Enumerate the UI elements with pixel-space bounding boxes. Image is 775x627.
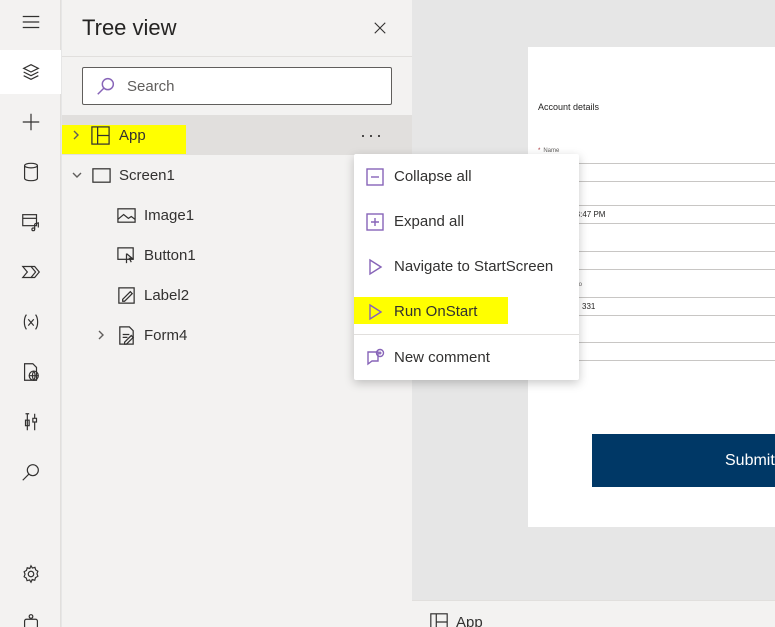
- close-icon: [374, 22, 386, 34]
- divider: [62, 56, 412, 57]
- label-edit-icon: [115, 284, 137, 306]
- expand-chevron-button[interactable]: [94, 328, 108, 342]
- context-menu: Collapse all Expand all Navigate to Star…: [354, 154, 579, 380]
- bot-icon: [23, 614, 38, 627]
- app-icon: [89, 124, 111, 146]
- chevron-right-icon: [98, 330, 104, 340]
- play-icon: [364, 256, 386, 278]
- settings-button[interactable]: [0, 552, 61, 596]
- menu-item-label: Navigate to StartScreen: [394, 258, 554, 275]
- copilot-button[interactable]: [0, 600, 61, 627]
- menu-item-new-comment[interactable]: New comment: [354, 335, 579, 380]
- media-button[interactable]: [0, 200, 61, 244]
- tree-node-label: Image1: [144, 207, 195, 224]
- plus-icon: [22, 113, 39, 131]
- menu-item-label: Expand all: [394, 213, 465, 230]
- tree-node-label: Label2: [144, 287, 190, 304]
- left-rail: [0, 0, 61, 627]
- hamburger-menu-button[interactable]: [0, 0, 61, 44]
- collapse-icon: [364, 166, 386, 188]
- collapse-chevron-button[interactable]: [70, 168, 84, 182]
- menu-item-navigate[interactable]: Navigate to StartScreen: [354, 244, 579, 289]
- media-icon: [21, 214, 39, 232]
- bottom-bar: App: [412, 600, 775, 627]
- tree-view-title: Tree view: [82, 15, 177, 40]
- breadcrumb-app[interactable]: App: [456, 614, 483, 627]
- power-automate-icon: [20, 265, 40, 279]
- chevron-down-icon: [72, 172, 82, 178]
- search-rail-button[interactable]: [0, 450, 61, 494]
- page-globe-icon: [23, 363, 39, 381]
- database-icon: [23, 162, 38, 182]
- tree-node-label: Screen1: [119, 167, 175, 184]
- components-button[interactable]: [0, 350, 61, 394]
- search-icon: [21, 464, 39, 481]
- advanced-tools-button[interactable]: [0, 400, 61, 444]
- expand-icon: [364, 211, 386, 233]
- layers-icon: [21, 64, 40, 80]
- close-tree-button[interactable]: [368, 16, 392, 40]
- form-icon: [115, 324, 137, 346]
- screen-icon: [90, 164, 112, 186]
- variable-icon: [23, 314, 38, 330]
- menu-item-label: Run OnStart: [394, 303, 478, 320]
- data-button[interactable]: [0, 150, 61, 194]
- more-options-button[interactable]: ···: [354, 115, 390, 155]
- tree-view-button[interactable]: [0, 50, 61, 94]
- button-control-icon: [115, 244, 137, 266]
- comment-icon: [364, 347, 386, 369]
- menu-item-label: Collapse all: [394, 168, 472, 185]
- search-icon: [97, 77, 115, 95]
- power-automate-button[interactable]: [0, 250, 61, 294]
- form-title: Account details: [538, 102, 600, 112]
- chevron-right-icon: [73, 130, 79, 140]
- submit-button[interactable]: Submit: [592, 434, 775, 487]
- menu-item-expand-all[interactable]: Expand all: [354, 199, 579, 244]
- menu-item-collapse-all[interactable]: Collapse all: [354, 154, 579, 199]
- app-icon: [430, 613, 448, 627]
- insert-button[interactable]: [0, 100, 61, 144]
- menu-item-run-onstart[interactable]: Run OnStart: [354, 289, 579, 334]
- hamburger-icon: [22, 15, 39, 29]
- search-placeholder: Search: [127, 77, 175, 95]
- variables-button[interactable]: [0, 300, 61, 344]
- tree-search-input[interactable]: Search: [82, 67, 392, 105]
- tree-node-app[interactable]: App ···: [62, 115, 412, 155]
- tree-node-label: Form4: [144, 327, 188, 344]
- tree-node-label: Button1: [144, 247, 196, 264]
- gear-icon: [22, 564, 39, 584]
- play-icon: [364, 301, 386, 323]
- menu-item-label: New comment: [394, 349, 490, 366]
- expand-chevron-button[interactable]: [69, 128, 83, 142]
- tree-node-label: App: [119, 127, 146, 144]
- image-icon: [115, 204, 137, 226]
- tools-icon: [24, 413, 37, 431]
